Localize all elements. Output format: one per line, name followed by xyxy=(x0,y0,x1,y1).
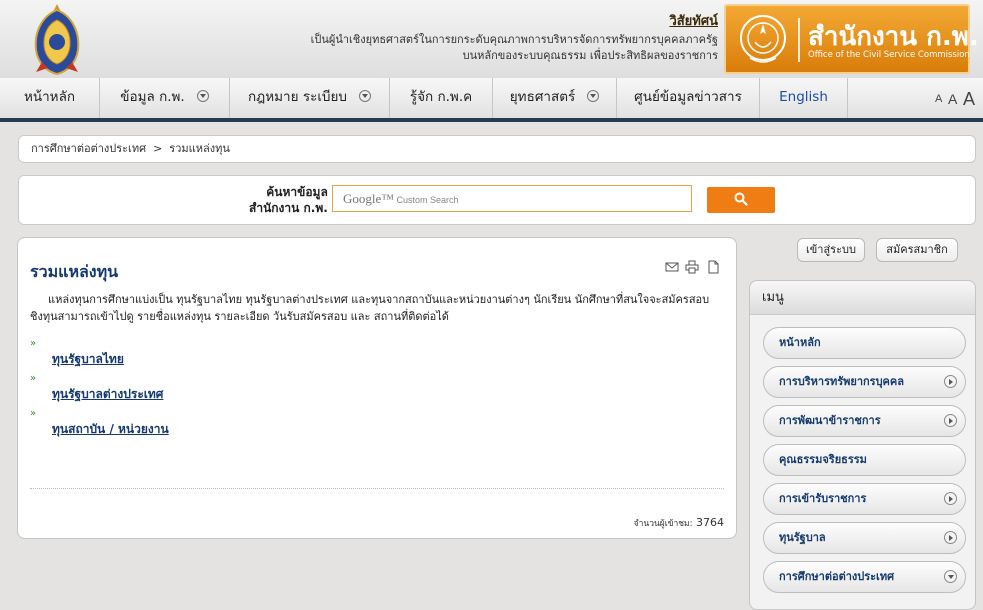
menu-item-label: การพัฒนาข้าราชการ xyxy=(779,414,881,427)
search-placeholder: Custom Search xyxy=(396,195,459,205)
search-button[interactable] xyxy=(707,187,775,213)
nav-laws[interactable]: กฎหมาย ระเบียบ xyxy=(230,78,390,118)
chevron-down-icon xyxy=(587,90,600,102)
nav-info-center[interactable]: ศูนย์ข้อมูลข่าวสาร xyxy=(617,78,760,118)
side-menu: เมนู หน้าหลัก การบริหารทรัพยากรบุคคล การ… xyxy=(749,280,976,610)
register-button[interactable]: สมัครสมาชิก xyxy=(876,238,958,262)
logo-divider xyxy=(798,18,800,62)
email-icon[interactable] xyxy=(665,260,679,274)
search-bar: ค้นหาข้อมูล สำนักงาน ก.พ. Google™ Custom… xyxy=(18,175,976,225)
content-panel: รวมแหล่งทุน แหล่งทุนการศึกษาแบ่งเป็น ทุน… xyxy=(17,237,737,539)
search-label-line1: ค้นหาข้อมูล xyxy=(266,185,328,199)
menu-item-recruitment[interactable]: การเข้ารับราชการ xyxy=(763,483,966,515)
search-label: ค้นหาข้อมูล สำนักงาน ก.พ. xyxy=(249,184,328,216)
visitor-counter: จำนวนผู้เข้าชม: 3764 xyxy=(634,516,724,530)
chevron-right-icon xyxy=(944,492,957,505)
font-size-medium-button[interactable]: A xyxy=(948,78,957,120)
menu-item-study-abroad[interactable]: การศึกษาต่อต่างประเทศ xyxy=(763,561,966,593)
side-menu-header: เมนู xyxy=(750,281,975,315)
page-title: รวมแหล่งทุน xyxy=(30,262,119,281)
breadcrumb: การศึกษาต่อต่างประเทศ > รวมแหล่งทุน xyxy=(18,135,976,163)
document-icon[interactable] xyxy=(706,260,720,274)
search-icon xyxy=(734,192,748,206)
chevron-right-icon xyxy=(944,375,957,388)
chevron-down-icon xyxy=(358,90,371,102)
fund-link-foreign-government[interactable]: ทุนรัฐบาลต่างประเทศ xyxy=(52,385,163,404)
search-label-line2: สำนักงาน ก.พ. xyxy=(249,201,328,215)
site-header: วิสัยทัศน์ เป็นผู้นำเชิงยุทธศาสตร์ในการย… xyxy=(0,0,983,78)
print-icon[interactable] xyxy=(685,260,699,274)
chevron-right-icon xyxy=(944,414,957,427)
menu-item-ethics[interactable]: คุณธรรมจริยธรรม xyxy=(763,444,966,476)
visitor-count: 3764 xyxy=(696,516,724,529)
intro-paragraph: แหล่งทุนการศึกษาแบ่งเป็น ทุนรัฐบาลไทย ทุ… xyxy=(30,293,710,323)
nav-home[interactable]: หน้าหลัก xyxy=(0,78,100,118)
menu-item-scholarships[interactable]: ทุนรัฐบาล xyxy=(763,522,966,554)
menu-item-home[interactable]: หน้าหลัก xyxy=(763,327,966,359)
menu-item-label: ทุนรัฐบาล xyxy=(779,531,826,544)
royal-emblem-icon[interactable] xyxy=(28,2,86,76)
chevron-down-icon xyxy=(196,90,209,102)
nav-english[interactable]: English xyxy=(760,78,848,118)
font-size-large-button[interactable]: A xyxy=(963,78,975,120)
search-input[interactable]: Google™ Custom Search xyxy=(332,185,692,212)
menu-item-label: คุณธรรมจริยธรรม xyxy=(779,453,867,466)
menu-item-hr-management[interactable]: การบริหารทรัพยากรบุคคล xyxy=(763,366,966,398)
nav-ocsc-info[interactable]: ข้อมูล ก.พ. xyxy=(100,78,230,118)
nav-strategy[interactable]: ยุทธศาสตร์ xyxy=(493,78,617,118)
login-button[interactable]: เข้าสู่ระบบ xyxy=(797,238,865,262)
divider xyxy=(30,488,724,489)
menu-item-label: การศึกษาต่อต่างประเทศ xyxy=(779,570,895,583)
fund-link-thai-government[interactable]: ทุนรัฐบาลไทย xyxy=(52,350,124,369)
bullet-icon: » xyxy=(30,408,37,419)
bullet-icon: » xyxy=(30,373,37,384)
breadcrumb-separator: > xyxy=(153,142,163,155)
nav-about-opsc[interactable]: รู้จัก ก.พ.ค xyxy=(390,78,493,118)
main-nav: หน้าหลัก ข้อมูล ก.พ. กฎหมาย ระเบียบ รู้จ… xyxy=(0,78,983,122)
fund-link-institution[interactable]: ทุนสถาบัน / หน่วยงาน xyxy=(52,420,169,439)
chevron-right-icon xyxy=(944,531,957,544)
breadcrumb-current: รวมแหล่งทุน xyxy=(169,142,230,155)
menu-item-label: หน้าหลัก xyxy=(779,336,821,349)
ocsc-seal-icon xyxy=(740,15,786,63)
visitor-label: จำนวนผู้เข้าชม: xyxy=(633,519,693,529)
ocsc-logo-english-text: Office of the Civil Service Commission xyxy=(808,50,970,60)
breadcrumb-parent-link[interactable]: การศึกษาต่อต่างประเทศ xyxy=(31,142,146,155)
font-size-small-button[interactable]: A xyxy=(935,78,942,120)
vision-text-line2: บนหลักของระบบคุณธรรม เพื่อประสิทธิผลของร… xyxy=(462,49,718,62)
vision-title[interactable]: วิสัยทัศน์ xyxy=(669,10,718,31)
ocsc-logo[interactable]: สำนักงาน ก.พ. Office of the Civil Servic… xyxy=(724,4,979,74)
google-logo-text: Google™ xyxy=(343,191,395,206)
bullet-icon: » xyxy=(30,338,37,349)
menu-item-label: การบริหารทรัพยากรบุคคล xyxy=(779,375,905,388)
chevron-down-icon xyxy=(944,570,957,583)
menu-item-civil-servant-development[interactable]: การพัฒนาข้าราชการ xyxy=(763,405,966,437)
menu-item-label: การเข้ารับราชการ xyxy=(779,492,867,505)
